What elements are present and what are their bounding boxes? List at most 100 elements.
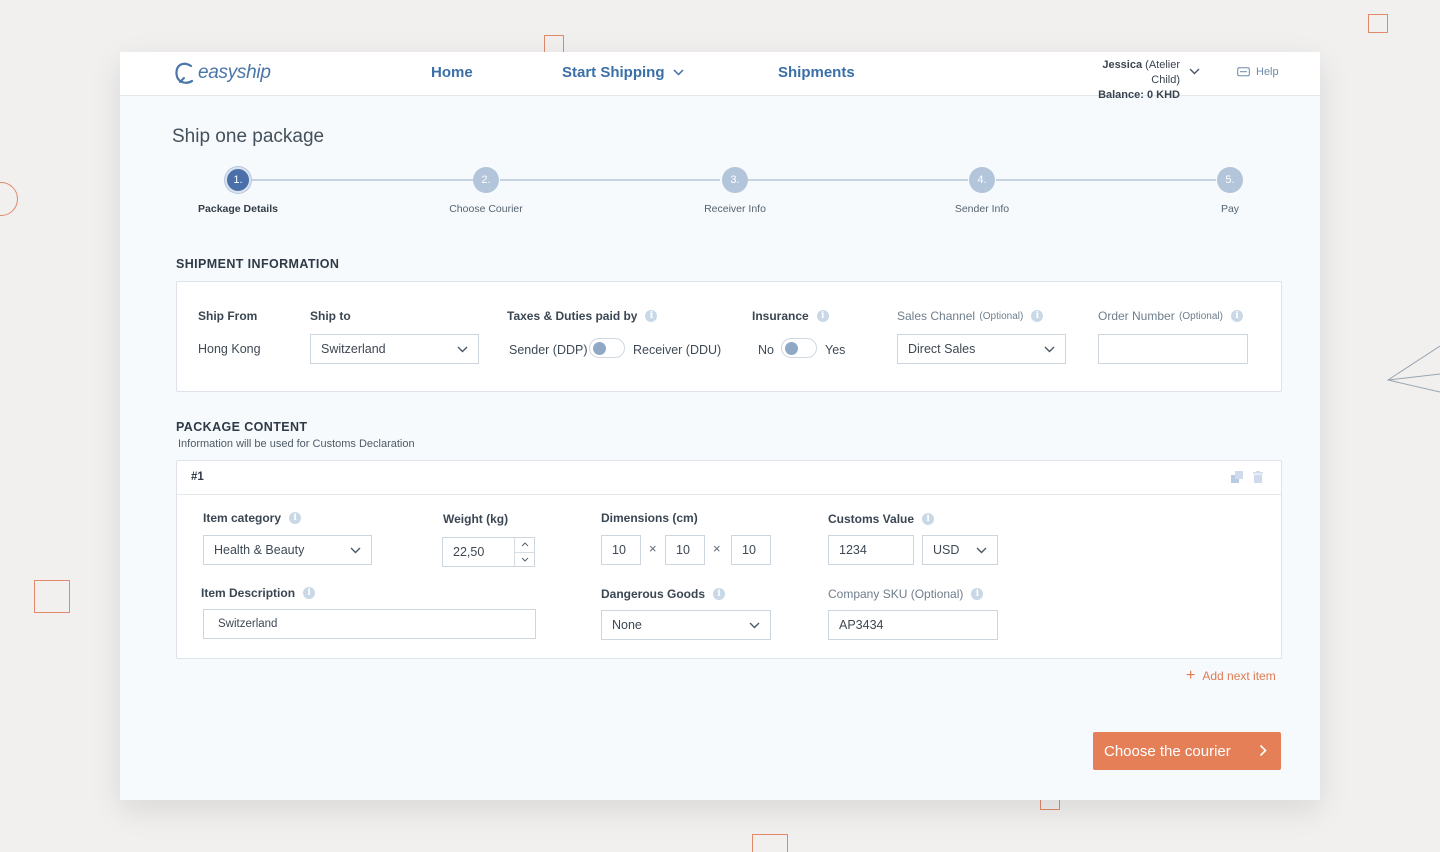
item-category-select[interactable]: Health & Beauty [203,535,372,565]
brand-name: easyship [198,62,271,83]
dangerous-goods-label: Dangerous Goods i [601,587,726,601]
choose-courier-button[interactable]: Choose the courier [1093,732,1281,770]
insurance-no-label: No [758,343,774,357]
dimension-length-input[interactable]: 10 [601,535,641,565]
package-item-card: #1 Item category i Health & Beauty Weight… [176,460,1282,659]
sales-channel-value: Direct Sales [908,342,976,356]
dangerous-goods-value: None [612,618,642,632]
stepper-down-icon[interactable] [515,553,534,567]
duplicate-icon[interactable] [1231,471,1243,483]
step-number: 3. [722,167,748,193]
balance-value: 0 KHD [1146,89,1180,101]
page-title: Ship one package [172,126,325,147]
package-content-subtitle: Information will be used for Customs Dec… [178,438,415,450]
info-icon[interactable]: i [713,588,726,600]
item-description-input[interactable]: Switzerland [203,609,536,639]
shipment-info-title: SHIPMENT INFORMATION [176,257,340,271]
chevron-down-icon [672,69,684,76]
weight-stepper[interactable] [514,538,534,566]
insurance-label: Insurance i [752,309,829,323]
balance-label: Balance: [1098,89,1144,101]
step-label: Pay [1220,203,1240,215]
taxes-receiver-label: Receiver (DDU) [633,343,722,357]
step-number: 2. [473,167,499,193]
trash-icon[interactable] [1253,471,1263,483]
ship-from-value: Hong Kong [198,342,261,356]
add-next-item-button[interactable]: + Add next item [1186,667,1276,684]
sales-channel-select[interactable]: Direct Sales [897,334,1066,364]
dimension-width-input[interactable]: 10 [665,535,705,565]
step-receiver-info[interactable]: 3. Receiver Info [675,167,795,215]
chevron-down-icon [976,547,987,553]
chevron-down-icon [749,622,760,628]
info-icon[interactable]: i [1230,310,1243,322]
top-navigation: easyship Home Start Shipping Shipments J… [120,52,1320,101]
info-icon[interactable]: i [1031,310,1044,322]
account-menu[interactable]: Jessica (Atelier Child) Balance: 0 KHD [1074,58,1180,103]
step-pay[interactable]: 5. Pay [1170,167,1290,215]
nav-shipments[interactable]: Shipments [778,64,855,81]
info-icon[interactable]: i [922,513,935,525]
taxes-label: Taxes & Duties paid by i [507,309,658,323]
add-next-item-label: Add next item [1202,669,1276,683]
nav-home-label: Home [431,64,473,81]
step-choose-courier[interactable]: 2. Choose Courier [426,167,546,215]
dangerous-goods-select[interactable]: None [601,610,771,640]
step-label: Package Details [198,203,278,215]
dimension-height-input[interactable]: 10 [731,535,771,565]
nav-start-shipping-label: Start Shipping [562,64,665,81]
chevron-down-icon[interactable] [1189,68,1200,75]
order-number-input[interactable] [1098,334,1248,364]
easyship-logo-icon [175,62,194,84]
info-icon[interactable]: i [303,587,316,599]
insurance-yes-label: Yes [825,343,846,357]
company-sku-input[interactable]: AP3434 [828,610,998,640]
ship-to-select[interactable]: Switzerland [310,334,479,364]
ship-to-value: Switzerland [321,342,386,356]
info-icon[interactable]: i [645,310,658,322]
chevron-down-icon [457,346,468,352]
step-number: 4. [969,167,995,193]
nav-home[interactable]: Home [431,64,473,81]
company-sku-label: Company SKU (Optional) i [828,587,984,601]
step-number: 1. [225,167,251,193]
shipment-info-card: Ship From Hong Kong Ship to Switzerland … [176,281,1282,392]
decorative-square [34,580,70,613]
weight-input[interactable]: 22,50 [442,537,535,567]
step-sender-info[interactable]: 4. Sender Info [922,167,1042,215]
sales-channel-label: Sales Channel (Optional) i [897,309,1044,323]
brand-logo[interactable]: easyship [175,61,271,85]
dimensions-label: Dimensions (cm) [601,511,698,525]
insurance-toggle[interactable] [781,338,817,358]
nav-start-shipping[interactable]: Start Shipping [562,64,684,81]
package-content-title: PACKAGE CONTENT [176,420,308,434]
step-label: Sender Info [954,203,1010,215]
weight-label: Weight (kg) [443,512,509,526]
step-label: Choose Courier [449,203,523,215]
item-actions [1231,471,1263,483]
stepper-up-icon[interactable] [515,538,534,553]
customs-value-input[interactable]: 1234 [828,535,914,565]
help-link[interactable]: Help [1237,66,1279,78]
info-icon[interactable]: i [289,512,302,524]
currency-value: USD [933,543,960,557]
ship-from-label: Ship From [198,309,258,323]
item-category-label: Item category i [203,511,302,525]
taxes-toggle[interactable] [589,338,625,358]
step-number: 5. [1217,167,1243,193]
decorative-square [752,834,788,852]
ship-to-label: Ship to [310,309,351,323]
chevron-right-icon [1259,744,1267,757]
currency-select[interactable]: USD [922,535,998,565]
step-label: Receiver Info [704,203,766,215]
item-category-value: Health & Beauty [214,543,305,557]
chevron-down-icon [1044,346,1055,352]
nav-shipments-label: Shipments [778,64,855,81]
info-icon[interactable]: i [816,310,829,322]
plus-icon: + [1186,667,1196,684]
info-icon[interactable]: i [971,588,984,600]
step-package-details[interactable]: 1. Package Details [178,167,298,215]
app-window: easyship Home Start Shipping Shipments J… [120,52,1320,800]
times-symbol: × [649,541,657,556]
chat-icon [1237,67,1250,77]
